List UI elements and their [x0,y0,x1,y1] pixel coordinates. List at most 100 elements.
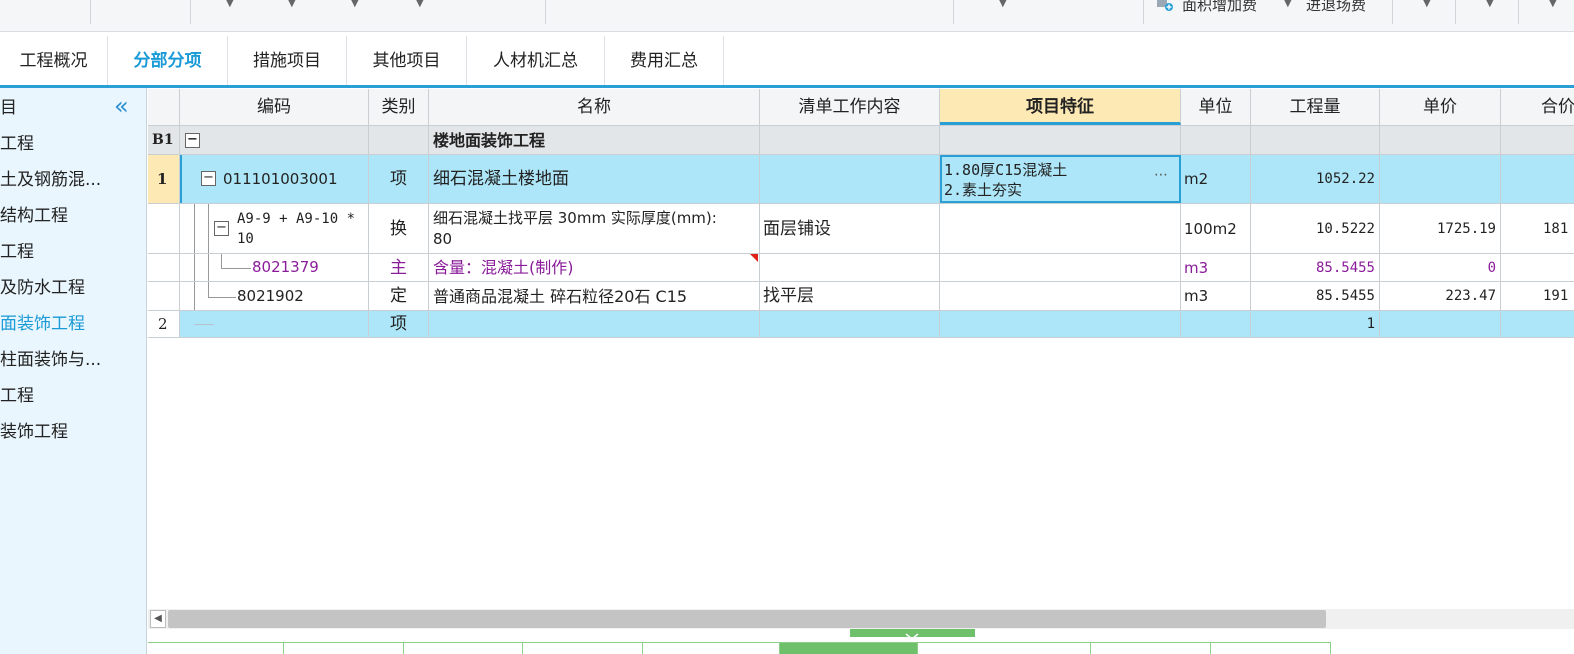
bottom-tab[interactable] [918,643,1091,654]
bottom-tab[interactable] [643,643,780,654]
total-cell[interactable]: 191 [1501,282,1574,310]
more-options-icon[interactable]: ⋯ [1154,167,1168,183]
total-cell[interactable] [1501,126,1574,154]
name-cell[interactable]: 楼地面装饰工程 [429,126,760,154]
tab-cost-summary[interactable]: 费用汇总 [605,36,724,85]
sidebar-item[interactable]: 装饰工程 [0,414,147,450]
work-content-cell[interactable]: 找平层 [760,282,940,310]
work-content-cell[interactable] [760,254,940,281]
unit-price-cell[interactable] [1380,126,1501,154]
table-row[interactable]: 2 项 1 [148,311,1574,338]
type-cell[interactable]: 项 [369,155,429,203]
feature-cell[interactable] [940,204,1181,253]
tab-sub-items[interactable]: 分部分项 [108,36,228,85]
unit-price-cell[interactable] [1380,311,1501,337]
code-cell[interactable]: − 011101003001 [180,155,369,203]
sidebar-item[interactable]: 及防水工程 [0,270,147,306]
quantity-cell[interactable]: 1052.22 [1251,155,1380,203]
code-cell[interactable] [180,311,369,337]
quantity-cell[interactable]: 85.5455 [1251,282,1380,310]
tab-other-items[interactable]: 其他项目 [347,36,467,85]
header-unit-price[interactable]: 单价 [1380,89,1501,125]
header-item-feature[interactable]: 项目特征 [940,89,1181,125]
table-row-section[interactable]: B1 − 楼地面装饰工程 [148,126,1574,155]
sidebar-item[interactable]: 结构工程 [0,198,147,234]
name-cell[interactable]: 细石混凝土找平层 30mm 实际厚度(mm): 80 [429,204,760,253]
area-fee-button[interactable]: 面积增加费 [1182,0,1257,15]
name-cell[interactable]: 细石混凝土楼地面 [429,155,760,203]
unit-cell[interactable] [1181,126,1251,154]
bottom-tab[interactable] [1211,643,1331,654]
scrollbar-thumb[interactable] [168,610,1326,628]
feature-cell-editing[interactable]: 1.80厚C15混凝土 2.素土夯实 ⋯ [940,155,1181,203]
code-cell[interactable]: 8021379 [180,254,369,281]
header-code[interactable]: 编码 [180,89,369,125]
collapse-icon[interactable]: − [185,133,200,148]
sidebar-item[interactable]: 柱面装饰与... [0,342,147,378]
header-type[interactable]: 类别 [369,89,429,125]
quantity-cell[interactable]: 1 [1251,311,1380,337]
bottom-tab[interactable] [404,643,523,654]
name-cell[interactable]: 含量：混凝土(制作) [429,254,760,281]
dropdown-arrow-icon[interactable]: ▼ [1549,0,1557,9]
bottom-tab-active[interactable] [780,643,918,654]
header-unit[interactable]: 单位 [1181,89,1251,125]
header-total[interactable]: 合价 [1501,89,1574,125]
collapse-sidebar-icon[interactable]: « [114,92,129,120]
unit-cell[interactable]: m3 [1181,282,1251,310]
unit-cell[interactable]: m3 [1181,254,1251,281]
feature-cell[interactable] [940,126,1181,154]
horizontal-scrollbar[interactable]: ◀ [148,609,1574,629]
quantity-cell[interactable] [1251,126,1380,154]
panel-splitter-handle[interactable] [850,629,975,640]
work-content-cell[interactable] [760,155,940,203]
quantity-cell[interactable]: 85.5455 [1251,254,1380,281]
bottom-tab[interactable] [284,643,404,654]
bottom-tab[interactable] [523,643,643,654]
name-cell[interactable]: 普通商品混凝土 碎石粒径20石 C15 [429,282,760,310]
collapse-icon[interactable]: − [214,221,229,236]
quantity-cell[interactable]: 10.5222 [1251,204,1380,253]
dropdown-arrow-icon[interactable]: ▼ [1423,0,1431,9]
type-cell[interactable] [369,126,429,154]
total-cell[interactable] [1501,254,1574,281]
sidebar-item[interactable]: 工程 [0,234,147,270]
table-row-selected[interactable]: 1 − 011101003001 项 细石混凝土楼地面 1.80厚C15混凝土 … [148,155,1574,204]
type-cell[interactable]: 项 [369,311,429,337]
sidebar-item-active[interactable]: 面装饰工程 [0,306,147,342]
tab-labor-material-summary[interactable]: 人材机汇总 [467,36,605,85]
table-row[interactable]: 8021379 主 含量：混凝土(制作) m3 85.5455 0 [148,254,1574,282]
dropdown-arrow-icon[interactable]: ▼ [226,0,234,9]
dropdown-arrow-icon[interactable]: ▼ [999,0,1007,9]
table-row[interactable]: 8021902 定 普通商品混凝土 碎石粒径20石 C15 找平层 m3 85.… [148,282,1574,311]
scroll-left-icon[interactable]: ◀ [150,610,166,628]
header-work-content[interactable]: 清单工作内容 [760,89,940,125]
bottom-tab[interactable] [1091,643,1211,654]
dropdown-arrow-icon[interactable]: ▼ [351,0,359,9]
type-cell[interactable]: 换 [369,204,429,253]
type-cell[interactable]: 定 [369,282,429,310]
unit-cell[interactable]: 100m2 [1181,204,1251,253]
unit-cell[interactable] [1181,311,1251,337]
exit-fee-button[interactable]: 进退场费 [1306,0,1366,15]
table-row[interactable]: − A9-9 + A9-10 * 10 换 细石混凝土找平层 30mm 实际厚度… [148,204,1574,254]
dropdown-arrow-icon[interactable]: ▼ [416,0,424,9]
sidebar-item[interactable]: 工程 [0,378,147,414]
work-content-cell[interactable] [760,126,940,154]
tab-measures[interactable]: 措施项目 [228,36,347,85]
unit-price-cell[interactable]: 223.47 [1380,282,1501,310]
header-name[interactable]: 名称 [429,89,760,125]
total-cell[interactable]: 181 [1501,204,1574,253]
dropdown-arrow-icon[interactable]: ▼ [1486,0,1494,9]
header-quantity[interactable]: 工程量 [1251,89,1380,125]
bottom-tab[interactable] [148,643,284,654]
unit-cell[interactable]: m2 [1181,155,1251,203]
dropdown-arrow-icon[interactable]: ▼ [1284,0,1292,9]
unit-price-cell[interactable] [1380,155,1501,203]
sidebar-item[interactable]: 土及钢筋混... [0,162,147,198]
name-cell[interactable] [429,311,760,337]
tab-project-overview[interactable]: 工程概况 [0,36,108,85]
collapse-icon[interactable]: − [201,171,216,186]
feature-cell[interactable] [940,311,1181,337]
work-content-cell[interactable] [760,311,940,337]
